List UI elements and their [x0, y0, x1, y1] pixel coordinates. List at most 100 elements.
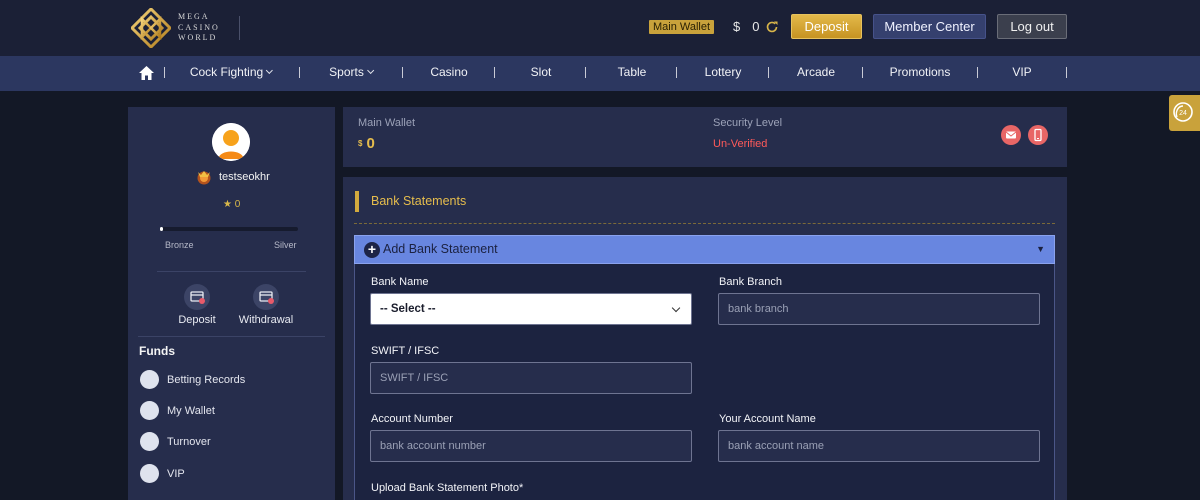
star-points: ★ 0 — [223, 199, 241, 210]
support-badge-text: 24 — [1179, 110, 1187, 117]
main-wallet-value: 0 — [366, 135, 375, 152]
home-icon[interactable] — [138, 65, 155, 81]
account-name-label: Your Account Name — [719, 413, 816, 425]
top-header: MEGA CASINO WORLD Main Wallet $ 0 Deposi… — [0, 0, 1200, 56]
nav-separator — [164, 67, 165, 78]
logo-line-3: WORLD — [178, 33, 218, 43]
wallet-summary-card: Main Wallet $0 Security Level Un-Verifie… — [343, 107, 1067, 167]
menu-item-betting-records[interactable]: Betting Records — [140, 370, 245, 389]
nav-item-promotions[interactable]: Promotions — [890, 56, 951, 91]
phone-verify-icon[interactable] — [1028, 125, 1048, 145]
nav-item-vip[interactable]: VIP — [1012, 56, 1031, 91]
header-balance: $ 0 — [733, 19, 779, 34]
bank-statement-form: Bank Name -- Select -- Bank Branch SWIFT… — [354, 264, 1055, 500]
profile-sidebar: testseokhr ★ 0 Bronze Silver Deposit Wit… — [128, 107, 335, 500]
vip-icon — [140, 464, 159, 483]
logout-button[interactable]: Log out — [997, 14, 1067, 39]
support-24h-tab[interactable]: 24 — [1169, 95, 1200, 131]
email-verify-icon[interactable] — [1001, 125, 1021, 145]
nav-item-lottery[interactable]: Lottery — [705, 56, 742, 91]
logo-mark-icon — [131, 8, 171, 48]
accordion-title: Add Bank Statement — [383, 242, 498, 256]
account-number-input[interactable] — [370, 430, 692, 462]
tier-progress-bar — [160, 227, 298, 231]
bank-name-label: Bank Name — [371, 276, 429, 288]
menu-item-vip[interactable]: VIP — [140, 464, 185, 483]
nav-item-arcade[interactable]: Arcade — [797, 56, 835, 91]
deposit-button[interactable]: Deposit — [791, 14, 862, 39]
plus-icon: + — [364, 242, 380, 258]
refresh-icon[interactable] — [765, 20, 779, 34]
nav-item-table[interactable]: Table — [618, 56, 647, 91]
menu-label: VIP — [167, 467, 185, 480]
main-wallet-amount: $0 — [358, 135, 375, 152]
quick-withdrawal[interactable]: Withdrawal — [231, 284, 301, 326]
nav-separator — [977, 67, 978, 78]
support-24h-icon: 24 — [1173, 102, 1193, 122]
menu-label: Betting Records — [167, 373, 246, 386]
nav-item-sports[interactable]: Sports — [329, 56, 374, 91]
nav-separator — [402, 67, 403, 78]
main-nav: Cock Fighting Sports Casino Slot Table L… — [0, 56, 1200, 91]
tier-progress-fill — [160, 227, 163, 231]
logo-line-2: CASINO — [178, 22, 220, 32]
username: testseokhr — [219, 171, 270, 183]
balance-value: 0 — [752, 19, 760, 34]
security-status: Un-Verified — [713, 138, 768, 150]
nav-separator — [299, 67, 300, 78]
nav-separator — [676, 67, 677, 78]
upload-photo-label: Upload Bank Statement Photo* — [371, 482, 524, 494]
chevron-down-icon — [266, 66, 274, 75]
nav-separator — [494, 67, 495, 78]
bank-name-selected: -- Select -- — [380, 303, 436, 315]
chevron-down-icon — [366, 66, 374, 75]
swift-label: SWIFT / IFSC — [371, 345, 440, 357]
add-bank-statement-accordion[interactable]: + Add Bank Statement ▼ — [354, 235, 1055, 264]
caret-down-icon: ▼ — [1036, 244, 1045, 254]
logo-wordmark: MEGA CASINO WORLD — [178, 12, 220, 44]
currency-symbol: $ — [733, 19, 741, 34]
withdrawal-label: Withdrawal — [238, 314, 294, 326]
chevron-down-icon — [671, 303, 681, 313]
bank-name-select[interactable]: -- Select -- — [370, 293, 692, 325]
main-wallet-chip: Main Wallet — [649, 20, 715, 34]
menu-item-my-wallet[interactable]: My Wallet — [140, 401, 215, 420]
nav-item-cock-fighting[interactable]: Cock Fighting — [189, 56, 274, 91]
bank-statements-panel: Bank Statements + Add Bank Statement ▼ B… — [343, 177, 1067, 500]
rank-badge-icon — [197, 171, 211, 185]
logo-divider — [239, 16, 240, 40]
deposit-label: Deposit — [178, 314, 216, 326]
deposit-icon — [184, 284, 210, 310]
security-level-label: Security Level — [713, 117, 783, 129]
funds-heading: Funds — [139, 344, 175, 358]
menu-item-turnover[interactable]: Turnover — [140, 432, 211, 451]
user-row: testseokhr — [195, 168, 270, 186]
menu-label: Turnover — [167, 435, 211, 448]
betting-records-icon — [140, 370, 159, 389]
brand-logo[interactable]: MEGA CASINO WORLD — [131, 8, 220, 48]
main-wallet-currency: $ — [358, 139, 363, 148]
nav-separator — [585, 67, 586, 78]
nav-item-casino[interactable]: Casino — [430, 56, 467, 91]
divider — [157, 271, 306, 272]
member-center-button[interactable]: Member Center — [873, 14, 986, 39]
divider — [354, 223, 1055, 224]
swift-input[interactable] — [370, 362, 692, 394]
nav-item-slot[interactable]: Slot — [531, 56, 552, 91]
quick-deposit[interactable]: Deposit — [162, 284, 232, 326]
account-name-input[interactable] — [718, 430, 1040, 462]
logo-line-1: MEGA — [178, 12, 210, 22]
tier-current: Bronze — [165, 240, 194, 250]
divider — [138, 336, 325, 337]
nav-label: Cock Fighting — [189, 65, 264, 79]
tier-next: Silver — [274, 240, 297, 250]
main-wallet-label: Main Wallet — [358, 117, 416, 129]
bank-branch-input[interactable] — [718, 293, 1040, 325]
withdrawal-icon — [253, 284, 279, 310]
avatar[interactable] — [212, 123, 250, 161]
nav-separator — [768, 67, 769, 78]
nav-separator — [862, 67, 863, 78]
menu-label: My Wallet — [167, 404, 215, 417]
account-number-label: Account Number — [371, 413, 453, 425]
nav-label: Sports — [329, 65, 364, 79]
